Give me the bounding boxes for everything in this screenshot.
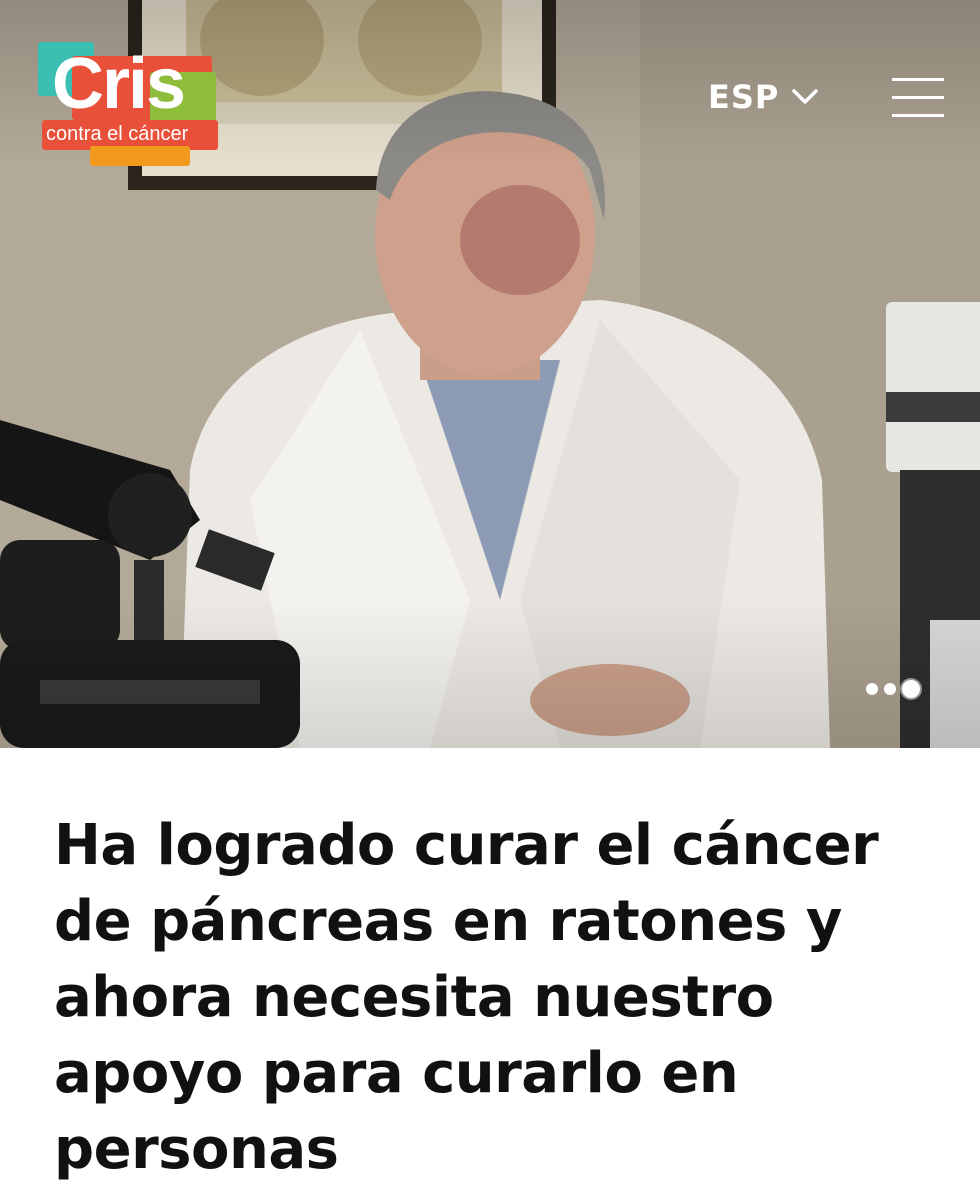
carousel-dot-1[interactable]	[866, 683, 878, 695]
hamburger-menu-icon[interactable]	[892, 76, 944, 118]
logo-tagline: contra el cáncer	[46, 123, 189, 145]
logo[interactable]: Cris contra el cáncer	[38, 42, 220, 170]
carousel-dot-3-active[interactable]	[902, 680, 920, 698]
language-selector[interactable]: ESP	[708, 78, 819, 116]
chevron-down-icon	[792, 89, 819, 104]
logo-wordmark: Cris	[52, 44, 186, 124]
article-headline: Ha logrado curar el cáncer de páncreas e…	[54, 813, 879, 1182]
menu-line	[892, 96, 944, 99]
carousel-dot-2[interactable]	[884, 683, 896, 695]
language-label: ESP	[708, 78, 780, 116]
menu-line	[892, 114, 944, 117]
carousel-dots	[866, 680, 920, 698]
logo-block	[90, 146, 190, 166]
menu-line	[892, 78, 944, 81]
hero-banner: Cris contra el cáncer ESP	[0, 0, 980, 748]
